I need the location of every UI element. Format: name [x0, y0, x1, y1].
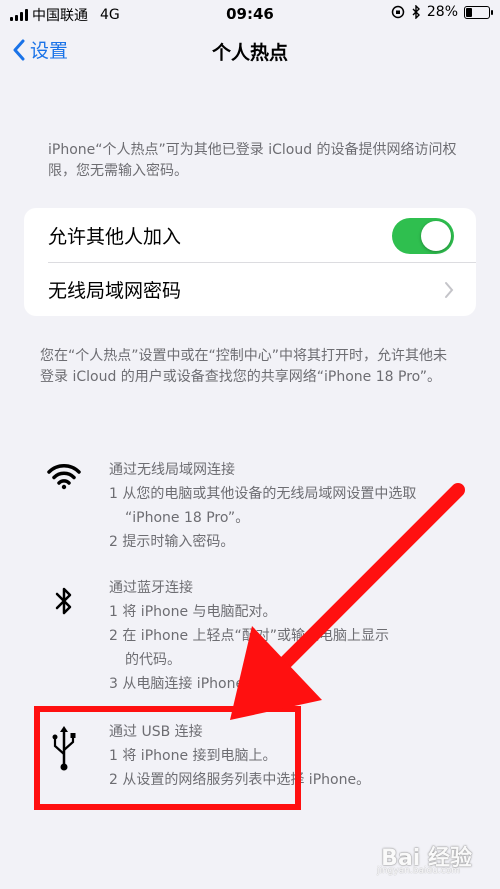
hotspot-description: iPhone“个人热点”可为其他已登录 iCloud 的设备提供网络访问权限，您…	[48, 142, 457, 179]
battery-fill	[466, 7, 473, 17]
chevron-right-icon	[445, 282, 454, 298]
allow-others-label: 允许其他人加入	[48, 225, 182, 248]
hotspot-settings-group: 允许其他人加入 无线局域网密码	[24, 208, 476, 316]
battery-icon	[464, 5, 493, 19]
wifi-password-row[interactable]: 无线局域网密码	[48, 262, 476, 316]
battery-percent: 28%	[426, 4, 458, 20]
watermark-url: jingyan.baidu.com	[376, 866, 460, 876]
wifi-step-1-cont: “iPhone 18 Pro”。	[125, 510, 250, 526]
wifi-step-1: 1 从您的电脑或其他设备的无线局域网设置中选取	[109, 486, 417, 502]
annotation-highlight-box	[34, 706, 301, 810]
toggle-knob	[421, 221, 451, 251]
bluetooth-step-2: 2 在 iPhone 上轻点“配对”或输入电脑上显示	[109, 628, 390, 644]
bluetooth-icon	[44, 584, 84, 618]
bluetooth-method-title: 通过蓝牙连接	[109, 580, 193, 596]
bluetooth-step-3: 3 从电脑连接 iPhone。	[109, 676, 259, 692]
wifi-password-label: 无线局域网密码	[48, 280, 182, 302]
discovery-description: 您在“个人热点”设置中或在“控制中心”中将其打开时，允许其他未登录 iCloud…	[40, 348, 448, 385]
bluetooth-step-1: 1 将 iPhone 与电脑配对。	[109, 604, 277, 620]
bluetooth-method-text: 通过蓝牙连接 1 将 iPhone 与电脑配对。 2 在 iPhone 上轻点“…	[109, 576, 489, 696]
bluetooth-step-2-cont: 的代码。	[125, 652, 181, 668]
status-bar: 中国联通 4G 09:46 28%	[0, 0, 500, 28]
allow-others-row[interactable]: 允许其他人加入	[24, 208, 476, 262]
wifi-method-title: 通过无线局域网连接	[109, 462, 235, 478]
orientation-lock-icon	[391, 5, 405, 19]
wifi-method-text: 通过无线局域网连接 1 从您的电脑或其他设备的无线局域网设置中选取 “iPhon…	[109, 458, 489, 554]
wifi-icon	[44, 462, 84, 490]
allow-others-toggle[interactable]	[392, 218, 454, 254]
nav-bar: 设置 个人热点	[0, 30, 500, 74]
wifi-step-2: 2 提示时输入密码。	[109, 534, 235, 550]
page-title: 个人热点	[211, 42, 288, 64]
status-right: 28%	[391, 4, 493, 20]
bluetooth-status-icon	[412, 5, 420, 19]
